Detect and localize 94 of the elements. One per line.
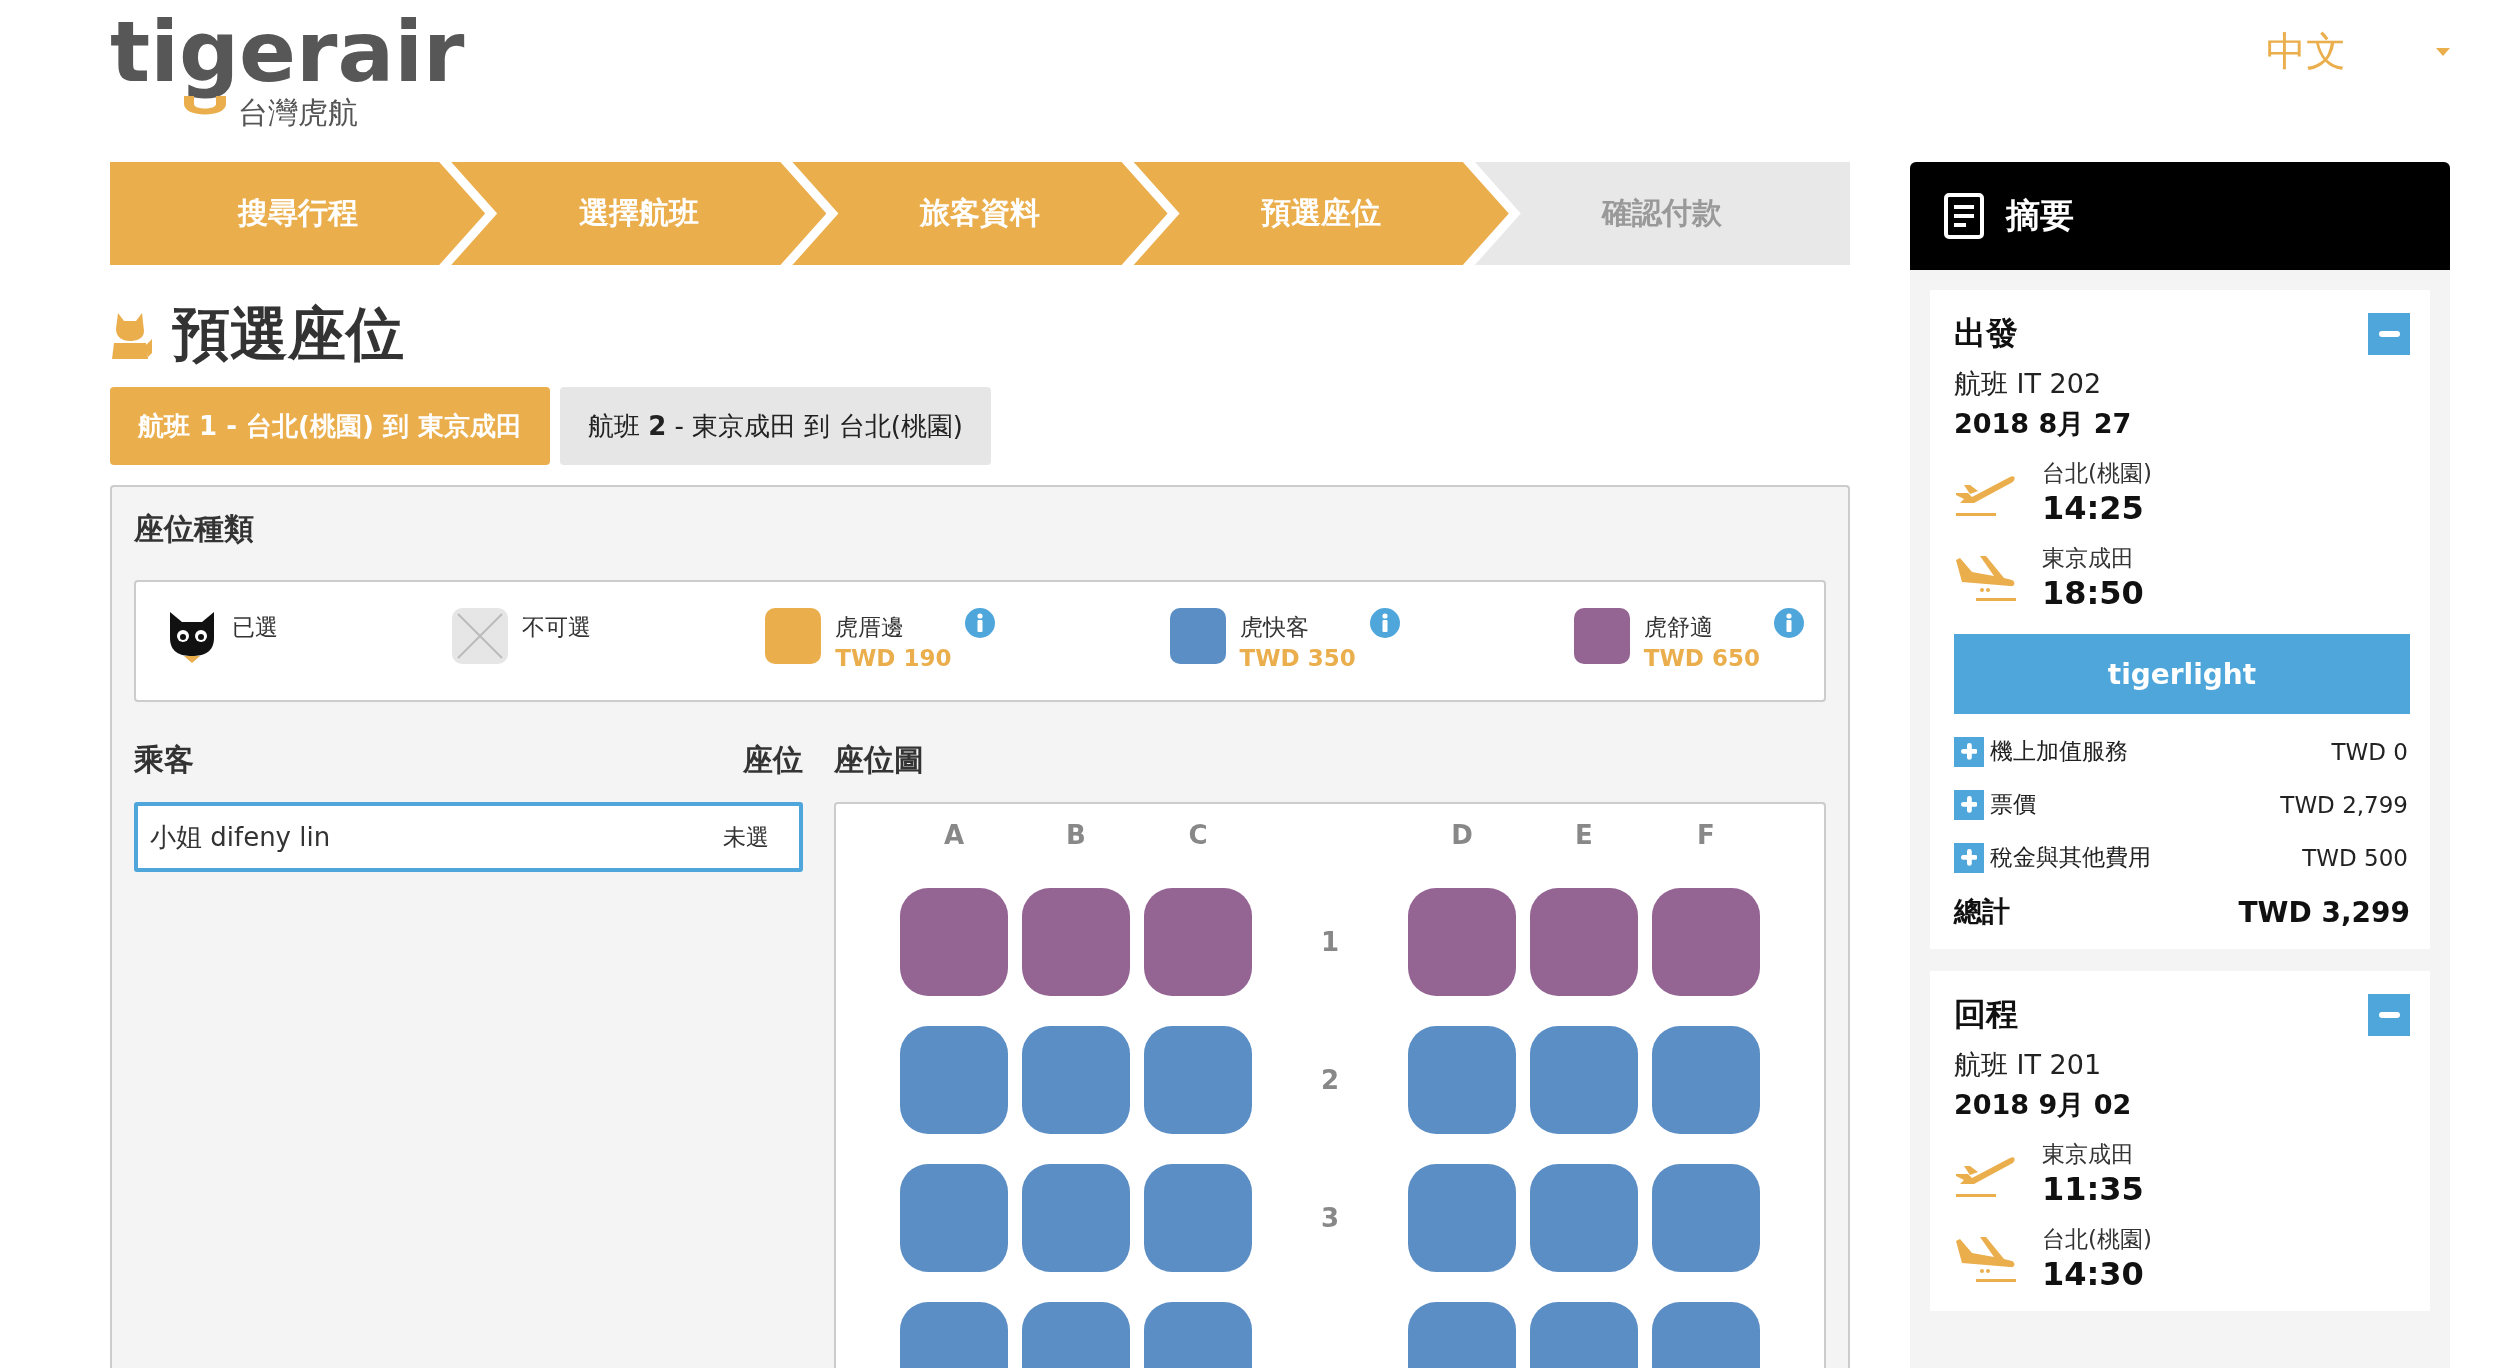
fee-label: 機上加值服務 <box>1990 737 2128 766</box>
caret-icon <box>2436 47 2450 56</box>
column-letter: D <box>1450 820 1474 852</box>
collapse-button[interactable] <box>2368 994 2410 1036</box>
expand-button[interactable] <box>1954 736 1984 767</box>
landing-icon <box>1954 553 2016 602</box>
airport-name: 東京成田 <box>2042 1140 2135 1169</box>
seat-price: TWD 350 <box>1239 645 1356 671</box>
column-heading: 乘客 <box>134 740 194 779</box>
seat-type-name: 不可選 <box>522 613 592 642</box>
seat[interactable] <box>1022 1026 1130 1134</box>
section-title: 座位種類 <box>134 510 255 548</box>
row-number: 3 <box>1319 1202 1341 1235</box>
total-label: 總計 <box>1954 894 2010 930</box>
flight-time: 11:35 <box>2042 1170 2144 1208</box>
seat[interactable] <box>900 1026 1008 1134</box>
airport-name: 東京成田 <box>2042 544 2135 573</box>
seat[interactable] <box>1652 888 1760 996</box>
seat[interactable] <box>1022 1164 1130 1272</box>
seat-type-name: 虎快客 <box>1239 613 1310 642</box>
row-number: 2 <box>1319 1064 1341 1097</box>
plus-icon <box>1960 849 1978 866</box>
column-letter: B <box>1065 820 1087 852</box>
plus-icon <box>1960 743 1978 760</box>
info-icon[interactable] <box>965 608 996 638</box>
seat[interactable] <box>900 888 1008 996</box>
trip-title: 回程 <box>1954 994 2018 1035</box>
column-letter: E <box>1574 820 1594 852</box>
seat[interactable] <box>900 1164 1008 1272</box>
column-letter: C <box>1187 820 1209 852</box>
row-number: 1 <box>1319 926 1341 959</box>
total-amount: TWD 3,299 <box>2238 895 2410 929</box>
seat-status: 未選 <box>723 822 769 852</box>
seat-type-name: 虎舒適 <box>1643 613 1714 642</box>
logo-subtitle: 台灣虎航 <box>238 94 358 132</box>
seat[interactable] <box>1144 1164 1252 1272</box>
minus-icon <box>2378 1012 2400 1018</box>
progress-step: 選擇航班 <box>451 162 827 265</box>
passenger-row[interactable]: 小姐 difeny lin 未選 <box>134 802 803 872</box>
flight-tab[interactable]: 航班 2 - 東京成田 到 台北(桃園) <box>559 387 991 465</box>
column-letter: A <box>942 820 966 852</box>
seat[interactable] <box>1530 888 1638 996</box>
flight-date: 2018 9月 02 <box>1954 1088 2133 1122</box>
fee-amount: TWD 2,799 <box>2280 791 2408 818</box>
expand-button[interactable] <box>1954 842 1984 873</box>
minus-icon <box>2378 331 2400 337</box>
fare-button[interactable]: tigerlight <box>1954 634 2410 714</box>
progress-step: 確認付款 <box>1474 162 1850 265</box>
seat[interactable] <box>1652 1164 1760 1272</box>
info-icon[interactable] <box>1773 608 1804 638</box>
flight-time: 14:25 <box>2042 489 2145 527</box>
progress-step: 預選座位 <box>1133 162 1509 265</box>
seat-price: TWD 650 <box>1643 645 1760 671</box>
unavailable-seat-icon <box>452 608 509 664</box>
page-title: 預選座位 <box>172 299 404 370</box>
seat-type-name: 已選 <box>232 613 278 642</box>
seat-type-name: 虎厝邊 <box>835 613 906 642</box>
seat[interactable] <box>1652 1026 1760 1134</box>
summary-title: 摘要 <box>2006 194 2074 237</box>
fee-label: 稅金與其他費用 <box>1990 843 2151 872</box>
passenger-name: 小姐 difeny lin <box>150 820 331 854</box>
fee-amount: TWD 500 <box>2302 844 2408 871</box>
airport-name: 台北(桃園) <box>2042 459 2152 488</box>
landing-icon <box>1954 1234 2016 1283</box>
seat[interactable] <box>1144 888 1252 996</box>
airport-name: 台北(桃園) <box>2042 1225 2152 1254</box>
progress-step: 旅客資料 <box>792 162 1168 265</box>
seat[interactable] <box>1408 1026 1516 1134</box>
plus-icon <box>1960 796 1978 813</box>
seat[interactable] <box>1144 1026 1252 1134</box>
flight-number: 航班 IT 201 <box>1954 1048 2103 1082</box>
flight-time: 14:30 <box>2042 1255 2145 1293</box>
seat[interactable] <box>1022 888 1130 996</box>
column-heading: 座位圖 <box>834 740 924 779</box>
fee-label: 票價 <box>1990 790 2036 819</box>
fee-amount: TWD 0 <box>2331 738 2408 765</box>
seat[interactable] <box>1530 1026 1638 1134</box>
seat[interactable] <box>1408 1164 1516 1272</box>
flight-tab[interactable]: 航班 1 - 台北(桃園) 到 東京成田 <box>110 387 550 465</box>
seat[interactable] <box>1408 888 1516 996</box>
seat-price: TWD 190 <box>835 645 952 671</box>
expand-button[interactable] <box>1954 789 1984 820</box>
info-icon[interactable] <box>1369 608 1400 638</box>
flight-date: 2018 8月 27 <box>1954 407 2133 441</box>
seat[interactable] <box>1530 1164 1638 1272</box>
document-icon <box>1944 193 1984 239</box>
trip-title: 出發 <box>1954 313 2018 354</box>
flight-time: 18:50 <box>2042 574 2144 612</box>
flight-number: 航班 IT 202 <box>1954 367 2103 401</box>
column-letter: F <box>1696 820 1716 852</box>
collapse-button[interactable] <box>2368 313 2410 355</box>
progress-step: 搜尋行程 <box>110 162 486 265</box>
column-heading: 座位 <box>743 740 803 779</box>
language-select[interactable]: 中文 <box>2266 24 2450 79</box>
